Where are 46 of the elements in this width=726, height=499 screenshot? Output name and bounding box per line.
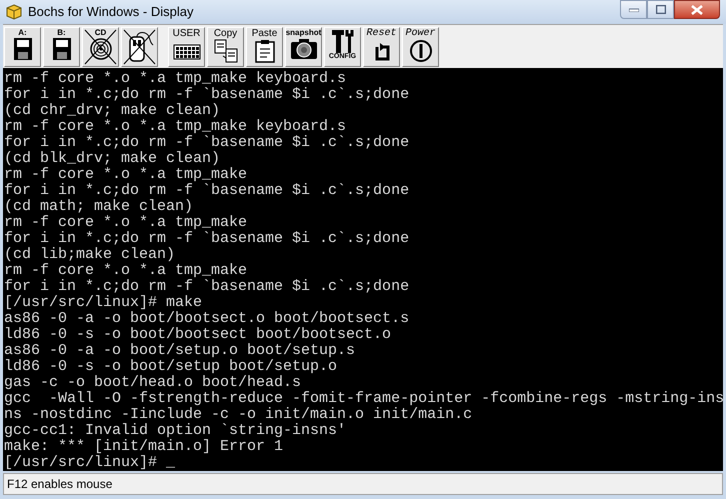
close-button[interactable] [674, 0, 720, 19]
app-cube-icon [6, 4, 22, 20]
terminal-line: rm -f core *.o *.a tmp_make [4, 167, 248, 183]
cross-icon [83, 28, 118, 66]
maximize-icon [656, 5, 666, 14]
terminal-line: (cd lib;make clean) [4, 247, 176, 263]
terminal-line: for i in *.c;do rm -f `basename $i .c`.s;done [4, 183, 410, 199]
status-text: F12 enables mouse [7, 476, 112, 493]
terminal-line: ns -nostdinc -Iinclude -c -o init/main.o init/main.c [4, 407, 472, 423]
terminal-line: ld86 -0 -s -o boot/bootsect boot/bootsect.o [4, 327, 392, 343]
terminal-line: gcc -Wall -O -fstrength-reduce -fomit-frame-pointer -fcombine-regs -mstring-ins [4, 391, 723, 407]
minimize-button[interactable] [620, 0, 647, 19]
terminal-line: (cd chr_drv; make clean) [4, 103, 220, 119]
terminal-line: as86 -0 -a -o boot/setup.o boot/setup.s [4, 343, 356, 359]
close-icon [691, 4, 703, 14]
toolbar-button[interactable]: B: [43, 26, 80, 66]
toolbar-button[interactable]: Power [402, 26, 439, 66]
terminal-line: make: *** [init/main.o] Error 1 [4, 439, 284, 455]
terminal-line: for i in *.c;do rm -f `basename $i .c`.s;done [4, 135, 410, 151]
toolbar-button[interactable]: snapshot [285, 26, 322, 66]
maximize-button[interactable] [647, 0, 674, 19]
terminal-line: rm -f core *.o *.a tmp_make [4, 263, 248, 279]
terminal-line: for i in *.c;do rm -f `basename $i .c`.s;done [4, 279, 410, 295]
toolbar-button[interactable]: USER [168, 26, 205, 66]
terminal-line: as86 -0 -a -o boot/bootsect.o boot/bootsect.s [4, 311, 410, 327]
terminal-line: [/usr/src/linux]# _ [4, 455, 176, 471]
terminal-line: rm -f core *.o *.a tmp_make keyboard.s [4, 71, 346, 87]
toolbar-button[interactable]: CD [82, 26, 119, 66]
toolbar-button[interactable]: Copy [207, 26, 244, 66]
minimize-icon [628, 8, 638, 12]
terminal-line: (cd blk_drv; make clean) [4, 151, 220, 167]
terminal-line: ld86 -0 -s -o boot/setup boot/setup.o [4, 359, 338, 375]
toolbar-button[interactable] [121, 26, 158, 66]
toolbar-button[interactable]: A: [4, 26, 41, 66]
terminal-line: gcc-cc1: Invalid option `string-insns' [4, 423, 346, 439]
camera-icon [288, 36, 318, 60]
terminal-line: rm -f core *.o *.a tmp_make [4, 215, 248, 231]
terminal-line: for i in *.c;do rm -f `basename $i .c`.s;done [4, 87, 410, 103]
terminal-line: for i in *.c;do rm -f `basename $i .c`.s;done [4, 231, 410, 247]
toolbar-button[interactable]: Paste [246, 26, 283, 66]
toolbar-button[interactable]: Reset [363, 26, 400, 66]
terminal-line: gas -c -o boot/head.o boot/head.s [4, 375, 302, 391]
window-title: Bochs for Windows - Display [28, 3, 194, 22]
terminal-line: rm -f core *.o *.a tmp_make keyboard.s [4, 119, 346, 135]
terminal-line: (cd math; make clean) [4, 199, 194, 215]
terminal-line: [/usr/src/linux]# make [4, 295, 202, 311]
